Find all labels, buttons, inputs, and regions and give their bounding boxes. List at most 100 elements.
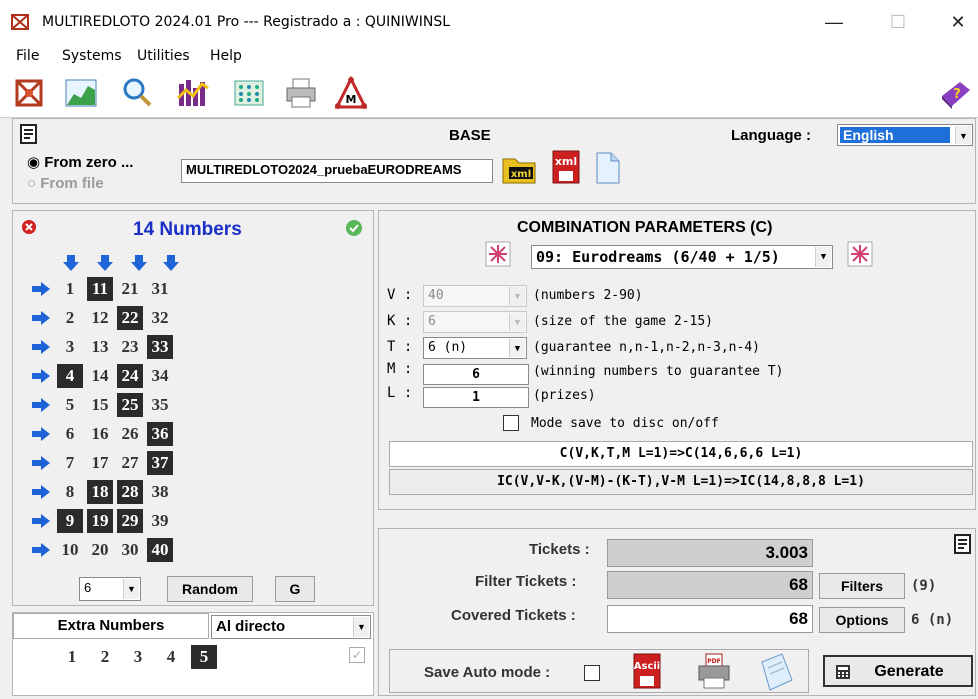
- row-select-arrow-icon[interactable]: [31, 542, 51, 558]
- number-cell[interactable]: 14: [87, 364, 113, 388]
- menu-file[interactable]: File: [16, 48, 39, 64]
- number-cell[interactable]: 40: [147, 538, 173, 562]
- clear-icon[interactable]: [21, 219, 37, 235]
- number-cell[interactable]: 18: [87, 480, 113, 504]
- row-select-arrow-icon[interactable]: [31, 484, 51, 500]
- options-button[interactable]: Options: [819, 607, 905, 633]
- number-cell[interactable]: 15: [87, 393, 113, 417]
- number-cell[interactable]: 19: [87, 509, 113, 533]
- number-cell[interactable]: 32: [147, 306, 173, 330]
- row-select-arrow-icon[interactable]: [31, 339, 51, 355]
- g-button[interactable]: G: [275, 576, 315, 602]
- area-chart-icon[interactable]: [64, 76, 98, 110]
- extra-number-cell[interactable]: 3: [125, 645, 151, 669]
- number-cell[interactable]: 37: [147, 451, 173, 475]
- extra-number-cell[interactable]: 1: [59, 645, 85, 669]
- param-select[interactable]: 6 (n) ▼: [423, 337, 527, 359]
- prev-game-icon[interactable]: [485, 241, 511, 267]
- network-icon[interactable]: [12, 76, 46, 110]
- number-cell[interactable]: 25: [117, 393, 143, 417]
- folder-xml-icon[interactable]: xml: [501, 151, 537, 185]
- number-cell[interactable]: 21: [117, 277, 143, 301]
- column-down-arrow-icon[interactable]: [63, 255, 79, 271]
- number-cell[interactable]: 20: [87, 538, 113, 562]
- pdf-print-icon[interactable]: PDF: [696, 652, 732, 690]
- number-cell[interactable]: 39: [147, 509, 173, 533]
- help-book-icon[interactable]: ?: [938, 76, 972, 110]
- number-cell[interactable]: 34: [147, 364, 173, 388]
- number-cell[interactable]: 11: [87, 277, 113, 301]
- column-down-arrow-icon[interactable]: [163, 255, 179, 271]
- number-cell[interactable]: 17: [87, 451, 113, 475]
- number-cell[interactable]: 5: [57, 393, 83, 417]
- number-cell[interactable]: 23: [117, 335, 143, 359]
- notepad-icon[interactable]: [19, 123, 39, 145]
- next-game-icon[interactable]: [847, 241, 873, 267]
- number-cell[interactable]: 9: [57, 509, 83, 533]
- generate-button[interactable]: Generate: [823, 655, 973, 687]
- number-cell[interactable]: 12: [87, 306, 113, 330]
- from-zero-radio[interactable]: ◉ From zero ...: [27, 153, 133, 171]
- number-cell[interactable]: 6: [57, 422, 83, 446]
- bar-chart-icon[interactable]: [176, 76, 210, 110]
- number-cell[interactable]: 24: [117, 364, 143, 388]
- number-cell[interactable]: 22: [117, 306, 143, 330]
- extra-number-cell[interactable]: 5: [191, 645, 217, 669]
- notepad-edit-icon[interactable]: [756, 652, 796, 692]
- notepad-icon[interactable]: [953, 533, 973, 555]
- row-select-arrow-icon[interactable]: [31, 513, 51, 529]
- number-cell[interactable]: 8: [57, 480, 83, 504]
- new-document-icon[interactable]: [593, 151, 621, 185]
- menu-utilities[interactable]: Utilities: [137, 48, 190, 64]
- number-cell[interactable]: 31: [147, 277, 173, 301]
- number-cell[interactable]: 36: [147, 422, 173, 446]
- extra-number-cell[interactable]: 4: [158, 645, 184, 669]
- row-select-arrow-icon[interactable]: [31, 426, 51, 442]
- extra-mode-select[interactable]: Al directo ▼: [211, 615, 371, 639]
- number-cell[interactable]: 30: [117, 538, 143, 562]
- number-cell[interactable]: 10: [57, 538, 83, 562]
- save-auto-checkbox[interactable]: [584, 665, 600, 681]
- m-field[interactable]: 6: [423, 364, 529, 385]
- save-ascii-icon[interactable]: Ascii: [632, 652, 662, 690]
- number-cell[interactable]: 16: [87, 422, 113, 446]
- column-down-arrow-icon[interactable]: [131, 255, 147, 271]
- save-xml-icon[interactable]: xml: [551, 149, 581, 185]
- row-select-arrow-icon[interactable]: [31, 310, 51, 326]
- filename-field[interactable]: MULTIREDLOTO2024_pruebaEURODREAMS: [181, 159, 493, 183]
- row-select-arrow-icon[interactable]: [31, 455, 51, 471]
- maximize-button[interactable]: ☐: [884, 8, 912, 36]
- filters-button[interactable]: Filters: [819, 573, 905, 599]
- extra-checkbox[interactable]: ✓: [349, 647, 365, 663]
- number-cell[interactable]: 33: [147, 335, 173, 359]
- number-cell[interactable]: 2: [57, 306, 83, 330]
- number-cell[interactable]: 4: [57, 364, 83, 388]
- random-count-select[interactable]: 6 ▼: [79, 577, 141, 601]
- row-select-arrow-icon[interactable]: [31, 368, 51, 384]
- number-cell[interactable]: 13: [87, 335, 113, 359]
- from-file-radio[interactable]: ○ From file: [27, 175, 104, 192]
- game-select[interactable]: 09: Eurodreams (6/40 + 1/5) ▼: [531, 245, 833, 269]
- row-select-arrow-icon[interactable]: [31, 397, 51, 413]
- menu-systems[interactable]: Systems: [62, 48, 122, 64]
- number-cell[interactable]: 27: [117, 451, 143, 475]
- number-cell[interactable]: 29: [117, 509, 143, 533]
- number-cell[interactable]: 26: [117, 422, 143, 446]
- close-button[interactable]: ✕: [944, 8, 972, 36]
- number-cell[interactable]: 1: [57, 277, 83, 301]
- language-select[interactable]: English ▼: [837, 124, 973, 146]
- minimize-button[interactable]: —: [820, 8, 848, 36]
- triangle-m-icon[interactable]: M: [334, 76, 368, 110]
- number-cell[interactable]: 38: [147, 480, 173, 504]
- number-cell[interactable]: 7: [57, 451, 83, 475]
- column-down-arrow-icon[interactable]: [97, 255, 113, 271]
- search-icon[interactable]: [120, 76, 154, 110]
- param-select[interactable]: 40 ▼: [423, 285, 527, 307]
- grid-icon[interactable]: [232, 76, 266, 110]
- l-field[interactable]: 1: [423, 387, 529, 408]
- param-select[interactable]: 6 ▼: [423, 311, 527, 333]
- menu-help[interactable]: Help: [210, 48, 242, 64]
- mode-save-checkbox[interactable]: [503, 415, 519, 431]
- number-cell[interactable]: 3: [57, 335, 83, 359]
- confirm-icon[interactable]: [345, 219, 363, 237]
